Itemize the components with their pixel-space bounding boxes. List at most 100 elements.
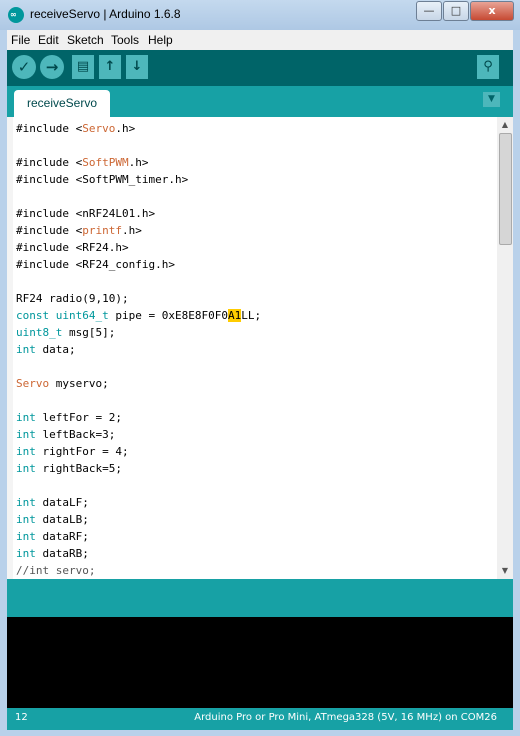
arduino-logo-glyph: ∞ (10, 10, 17, 19)
scroll-down-icon[interactable]: ▼ (497, 563, 513, 579)
code-line[interactable] (16, 273, 261, 290)
code-token: SoftPWM (82, 156, 129, 169)
serial-monitor-button[interactable]: ⚲ (477, 55, 499, 79)
code-token: #include <RF24.h> (16, 241, 129, 254)
code-line[interactable]: #include <printf.h> (16, 222, 261, 239)
code-line[interactable] (16, 477, 261, 494)
code-token: #include <nRF24L01.h> (16, 207, 156, 220)
code-token: dataLF; (35, 496, 89, 509)
save-sketch-button[interactable]: ↓ (126, 55, 148, 79)
code-token: uint64_t (55, 309, 109, 322)
code-line[interactable]: #include <RF24_config.h> (16, 256, 261, 273)
arduino-logo-icon: ∞ (8, 7, 24, 23)
code-line[interactable]: #include <SoftPWM.h> (16, 154, 261, 171)
code-token: rightFor = 4; (35, 445, 129, 458)
code-token: const (16, 309, 50, 322)
code-token: #include <RF24_config.h> (16, 258, 175, 271)
scroll-up-icon[interactable]: ▲ (497, 117, 513, 133)
window-title: receiveServo | Arduino 1.6.8 (30, 7, 181, 21)
code-token: .h> (115, 122, 136, 135)
code-token: int (16, 343, 36, 356)
code-line[interactable]: int rightFor = 4; (16, 443, 261, 460)
board-info: Arduino Pro or Pro Mini, ATmega328 (5V, … (194, 712, 497, 723)
code-token: #include <SoftPWM_timer.h> (16, 173, 189, 186)
code-token: int (16, 462, 36, 475)
tab-receiveservo[interactable]: receiveServo (14, 90, 110, 117)
code-token: int (16, 513, 36, 526)
code-editor[interactable]: #include <Servo.h> #include <SoftPWM.h> #i… (7, 117, 513, 579)
code-token: printf (82, 224, 122, 237)
code-token: .h> (128, 156, 149, 169)
code-line[interactable]: #include <Servo.h> (16, 120, 261, 137)
message-area (7, 579, 513, 617)
code-token: //int servo; (16, 564, 96, 577)
verify-button[interactable]: ✓ (12, 55, 36, 79)
code-line[interactable]: RF24 radio(9,10); (16, 290, 261, 307)
code-token: myservo; (49, 377, 109, 390)
scrollbar-thumb[interactable] (499, 133, 512, 245)
code-token: RF24 radio(9,10); (16, 292, 129, 305)
code-token: #include < (16, 224, 83, 237)
code-token: data; (35, 343, 76, 356)
open-sketch-button[interactable]: ↑ (99, 55, 121, 79)
tab-menu-button[interactable]: ▼ (483, 92, 500, 107)
code-token: int (16, 530, 36, 543)
code-line[interactable]: //int servo; (16, 562, 261, 579)
title-bar: ∞ receiveServo | Arduino 1.6.8 — □ x (0, 0, 520, 30)
code-token: A1 (227, 309, 242, 322)
code-token: uint8_t (16, 326, 63, 339)
code-text[interactable]: #include <Servo.h> #include <SoftPWM.h> #i… (16, 120, 261, 579)
code-token: int (16, 496, 36, 509)
menu-bar: File Edit Sketch Tools Help (7, 30, 513, 50)
code-token: dataLB; (35, 513, 89, 526)
code-line[interactable]: int dataLF; (16, 494, 261, 511)
code-token: dataRB; (35, 547, 89, 560)
menu-sketch[interactable]: Sketch (67, 33, 104, 47)
code-line[interactable] (16, 137, 261, 154)
code-token: int (16, 411, 36, 424)
upload-button[interactable]: → (40, 55, 64, 79)
toolbar: ✓ → ▤ ↑ ↓ ⚲ (7, 50, 513, 86)
code-token: int (16, 547, 36, 560)
code-line[interactable]: int data; (16, 341, 261, 358)
maximize-button[interactable]: □ (443, 1, 469, 21)
code-line[interactable]: int dataRF; (16, 528, 261, 545)
code-line[interactable]: int leftBack=3; (16, 426, 261, 443)
menu-tools[interactable]: Tools (111, 33, 139, 47)
menu-help[interactable]: Help (148, 33, 173, 47)
vertical-scrollbar[interactable]: ▲ ▼ (497, 117, 513, 579)
code-line[interactable]: uint8_t msg[5]; (16, 324, 261, 341)
new-sketch-button[interactable]: ▤ (72, 55, 94, 79)
code-line[interactable]: int rightBack=5; (16, 460, 261, 477)
code-line[interactable]: int dataRB; (16, 545, 261, 562)
status-bar: 12 Arduino Pro or Pro Mini, ATmega328 (5… (7, 708, 513, 730)
tab-bar: receiveServo ▼ (7, 86, 513, 117)
code-line[interactable] (16, 392, 261, 409)
code-token: int (16, 445, 36, 458)
code-token: leftFor = 2; (35, 411, 122, 424)
minimize-button[interactable]: — (416, 1, 442, 21)
code-token: Servo (16, 377, 50, 390)
code-line[interactable] (16, 188, 261, 205)
code-line[interactable]: #include <SoftPWM_timer.h> (16, 171, 261, 188)
code-token: Servo (82, 122, 116, 135)
editor-gutter (7, 117, 13, 579)
code-line[interactable]: const uint64_t pipe = 0xE8E8F0F0A1LL; (16, 307, 261, 324)
code-line[interactable] (16, 358, 261, 375)
code-token: rightBack=5; (35, 462, 122, 475)
menu-file[interactable]: File (11, 33, 30, 47)
code-token: #include < (16, 122, 83, 135)
code-line[interactable]: int dataLB; (16, 511, 261, 528)
code-line[interactable]: int leftFor = 2; (16, 409, 261, 426)
code-token: int (16, 428, 36, 441)
code-token: leftBack=3; (35, 428, 116, 441)
code-line[interactable]: Servo myservo; (16, 375, 261, 392)
code-line[interactable]: #include <nRF24L01.h> (16, 205, 261, 222)
close-button[interactable]: x (470, 1, 514, 21)
arduino-window: ∞ receiveServo | Arduino 1.6.8 — □ x Fil… (0, 0, 520, 736)
code-token: pipe = 0xE8E8F0F0 (108, 309, 228, 322)
menu-edit[interactable]: Edit (38, 33, 59, 47)
console-output (7, 617, 513, 708)
code-token: msg[5]; (62, 326, 116, 339)
code-line[interactable]: #include <RF24.h> (16, 239, 261, 256)
